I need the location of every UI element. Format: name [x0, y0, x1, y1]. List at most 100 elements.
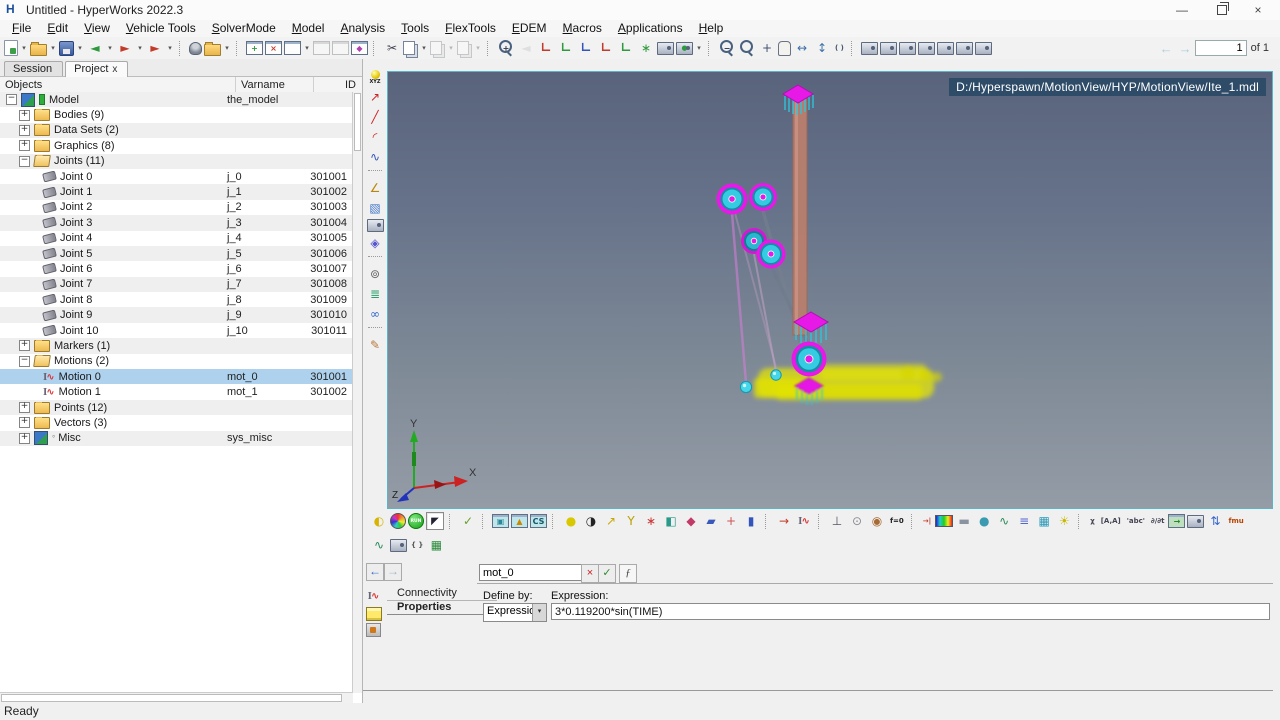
point-display-icon[interactable]: ● — [562, 512, 580, 530]
menu-applications[interactable]: Applications — [610, 20, 691, 37]
expand-toggle[interactable]: + — [19, 402, 30, 413]
copy-drop-icon[interactable]: ▾ — [420, 39, 428, 57]
menu-edit[interactable]: Edit — [39, 20, 76, 37]
save-drop-icon[interactable]: ▾ — [76, 39, 84, 57]
menu-model[interactable]: Model — [284, 20, 333, 37]
cylinder-graphic-icon[interactable]: ▬ — [955, 512, 973, 530]
tree-row-bodies-9-[interactable]: +Bodies (9) — [0, 107, 353, 122]
joint-tool-icon[interactable]: ⊥ — [828, 512, 846, 530]
derivative-tool-icon[interactable]: ∂/∂t — [1149, 512, 1167, 530]
contact-tool-icon[interactable]: ☀ — [1055, 512, 1073, 530]
warning-browser-icon[interactable]: ▲ — [511, 514, 528, 528]
table-copy-icon[interactable] — [390, 539, 407, 552]
open-drop-icon[interactable]: ▾ — [49, 39, 57, 57]
mesh-graphic-icon[interactable]: ▦ — [1035, 512, 1053, 530]
zoom-fit-icon[interactable]: + — [497, 39, 515, 57]
tree-row-motion-1[interactable]: I∿Motion 1mot_1301002 — [0, 384, 353, 399]
open-file-icon[interactable] — [30, 44, 47, 56]
expand-toggle[interactable]: + — [19, 140, 30, 151]
view-iso-icon[interactable]: ∗ — [637, 39, 655, 57]
user-profile-icon[interactable] — [189, 42, 202, 55]
vector-entity-icon[interactable]: ↗ — [366, 88, 384, 106]
expand-toggle[interactable]: + — [19, 125, 30, 136]
attachment-panel-icon[interactable] — [366, 623, 381, 637]
tree-row-data-sets-2-[interactable]: +Data Sets (2) — [0, 123, 353, 138]
line-entity-icon[interactable]: ╱ — [366, 108, 384, 126]
column-objects[interactable]: Objects — [0, 77, 236, 93]
retrieve-view-icon[interactable] — [880, 42, 897, 55]
minimize-button[interactable]: — — [1164, 0, 1200, 20]
report-window-icon[interactable]: ◆ — [351, 41, 368, 55]
tab-session[interactable]: Session — [4, 61, 63, 76]
tree-row-motion-0[interactable]: I∿Motion 0mot_0301001 — [0, 369, 353, 384]
body-output-icon[interactable]: → — [775, 512, 793, 530]
tree-row-joint-7[interactable]: Joint 7j_7301008 — [0, 277, 353, 292]
string-tool-icon[interactable]: 'abc' — [1125, 512, 1147, 530]
pan-vertical-icon[interactable]: ↕ — [813, 39, 831, 57]
user-view-icon[interactable]: ● — [676, 42, 693, 55]
screen-capture-icon[interactable] — [657, 42, 674, 55]
copy-icon[interactable] — [403, 41, 415, 55]
collapse-toggle[interactable]: − — [19, 356, 30, 367]
expand-toggle[interactable]: + — [19, 340, 30, 351]
vector-display-icon[interactable]: ↗ — [602, 512, 620, 530]
define-by-dropdown[interactable]: Expression ▾ — [483, 603, 547, 622]
solid-display-icon[interactable]: ◆ — [682, 512, 700, 530]
next-page-arrow-icon[interactable]: → — [1179, 41, 1192, 56]
tree-row-joints-11-[interactable]: −Joints (11) — [0, 154, 353, 169]
dropdown-arrow-icon[interactable]: ▾ — [532, 604, 546, 621]
user-view-drop-icon[interactable]: ▾ — [695, 39, 703, 57]
page-number-input[interactable] — [1195, 40, 1247, 56]
spring-damper-icon[interactable]: ∿ — [995, 512, 1013, 530]
check-model-icon[interactable]: ✓ — [459, 512, 477, 530]
export-drop-icon[interactable]: ▾ — [136, 39, 144, 57]
script-variable-icon[interactable]: χ — [1088, 512, 1097, 530]
delete-entity-button[interactable]: × — [581, 564, 599, 583]
tree-vertical-scrollbar[interactable] — [352, 92, 362, 693]
motion-panel-icon[interactable]: I∿ — [365, 587, 383, 605]
flexbody-tool-icon[interactable]: ✎ — [366, 336, 384, 354]
expression-builder-button[interactable]: ƒ — [619, 564, 637, 583]
restore-button[interactable] — [1204, 0, 1240, 20]
menu-tools[interactable]: Tools — [393, 20, 437, 37]
delete-page-icon[interactable]: × — [265, 41, 282, 55]
expand-toggle[interactable]: + — [19, 110, 30, 121]
body-entity-icon[interactable]: ▧ — [366, 199, 384, 217]
menu-analysis[interactable]: Analysis — [332, 20, 393, 37]
expand-toggle[interactable]: + — [19, 433, 30, 444]
pan-horizontal-icon[interactable]: ↔ — [793, 39, 811, 57]
cs-browser-icon[interactable]: CS — [530, 514, 547, 528]
triad-display-icon[interactable]: Y — [622, 512, 640, 530]
select-cursor-icon[interactable]: ◤ — [426, 512, 444, 530]
surface-display-icon[interactable]: ▰ — [702, 512, 720, 530]
menu-solvermode[interactable]: SolverMode — [204, 20, 284, 37]
motion-tool-icon[interactable]: I∿ — [795, 512, 813, 530]
graphics-viewport[interactable]: D:/Hyperspawn/MotionView/HYP/MotionView/… — [387, 71, 1273, 509]
pan-icon[interactable]: + — [758, 39, 776, 57]
tree-row-points-12-[interactable]: +Points (12) — [0, 400, 353, 415]
table-panel-icon[interactable] — [366, 607, 382, 621]
view-zx-icon[interactable]: ∟ — [597, 39, 615, 57]
tab-close-icon[interactable]: x — [112, 64, 117, 75]
save-view-icon[interactable] — [861, 42, 878, 55]
entity-name-input[interactable] — [479, 564, 585, 581]
measure-angle-icon[interactable]: ∠ — [366, 179, 384, 197]
bushing-tool-icon[interactable]: ◉ — [868, 512, 886, 530]
tree-row-joint-6[interactable]: Joint 6j_6301007 — [0, 261, 353, 276]
menu-macros[interactable]: Macros — [555, 20, 610, 37]
plot-curve-icon[interactable]: ∿ — [370, 536, 388, 554]
open-model-icon[interactable] — [204, 44, 221, 56]
tree-row-joint-3[interactable]: Joint 3j_3301004 — [0, 215, 353, 230]
menu-file[interactable]: File — [4, 20, 39, 37]
menu-edem[interactable]: EDEM — [504, 20, 555, 37]
ellipsoid-graphic-icon[interactable]: ● — [975, 512, 993, 530]
zoom-out-icon[interactable]: − — [718, 39, 736, 57]
tree-row-misc[interactable]: +°Miscsys_misc — [0, 431, 353, 446]
view-yx-icon[interactable]: ∟ — [557, 39, 575, 57]
next-view-icon[interactable] — [918, 42, 935, 55]
expression-input[interactable] — [551, 603, 1270, 620]
export-ppt-icon[interactable]: ► — [146, 39, 164, 57]
braces-expression-icon[interactable]: { } — [409, 536, 425, 554]
tree-row-joint-2[interactable]: Joint 2j_2301003 — [0, 200, 353, 215]
previous-view-icon[interactable] — [899, 42, 916, 55]
